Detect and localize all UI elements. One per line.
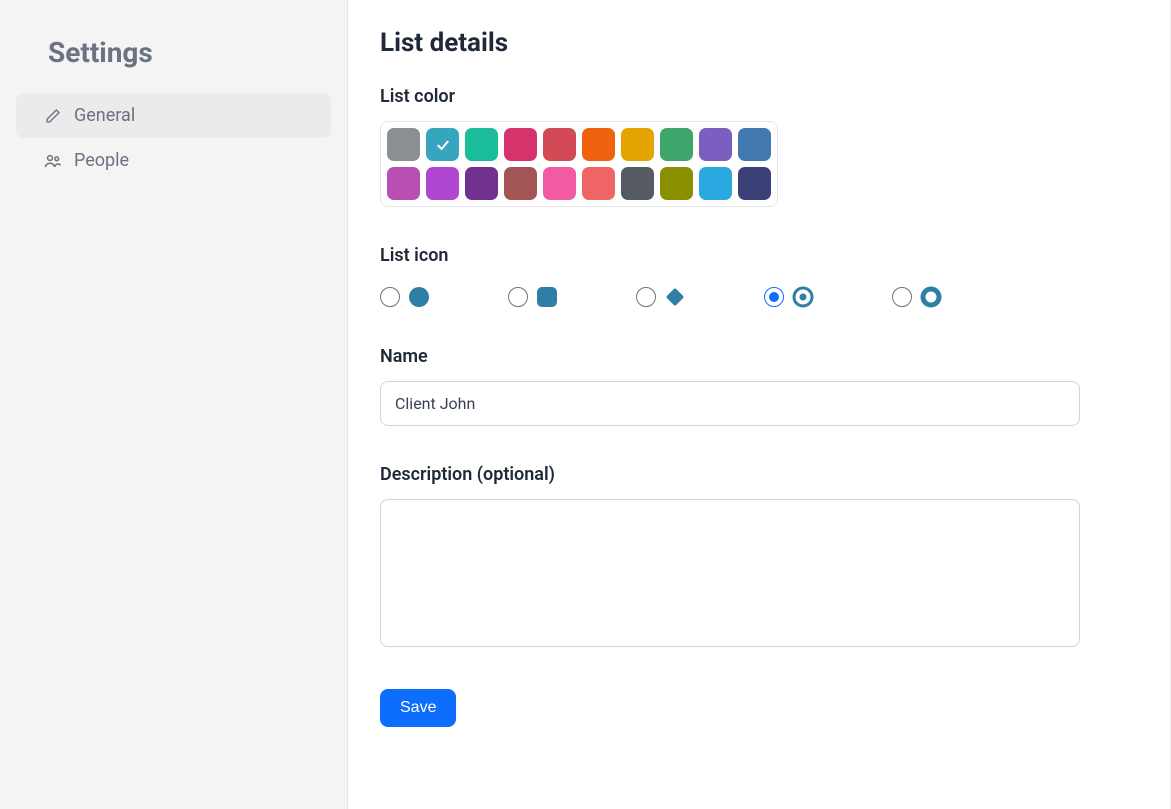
radio-button[interactable] bbox=[892, 287, 912, 307]
radio-button[interactable] bbox=[508, 287, 528, 307]
sidebar-item-label: General bbox=[74, 105, 135, 126]
color-swatch[interactable] bbox=[426, 167, 459, 200]
color-swatch[interactable] bbox=[738, 128, 771, 161]
color-swatch[interactable] bbox=[738, 167, 771, 200]
icon-option-square[interactable] bbox=[508, 286, 558, 308]
description-label: Description (optional) bbox=[380, 464, 1138, 485]
target-icon bbox=[792, 286, 814, 308]
sidebar: Settings General People bbox=[0, 0, 348, 809]
color-swatch[interactable] bbox=[621, 128, 654, 161]
sidebar-item-people[interactable]: People bbox=[16, 138, 331, 183]
color-swatch[interactable] bbox=[660, 128, 693, 161]
sidebar-item-label: People bbox=[74, 150, 129, 171]
color-swatch[interactable] bbox=[465, 167, 498, 200]
page-title: List details bbox=[380, 28, 1138, 58]
color-swatch[interactable] bbox=[543, 128, 576, 161]
pencil-icon bbox=[44, 107, 62, 125]
people-icon bbox=[44, 152, 62, 170]
color-swatch[interactable] bbox=[543, 167, 576, 200]
icon-option-circle[interactable] bbox=[380, 286, 430, 308]
sidebar-item-general[interactable]: General bbox=[16, 93, 331, 138]
icon-option-target[interactable] bbox=[764, 286, 814, 308]
color-swatch[interactable] bbox=[387, 167, 420, 200]
icon-option-diamond[interactable] bbox=[636, 286, 686, 308]
color-swatch[interactable] bbox=[465, 128, 498, 161]
color-palette bbox=[380, 121, 778, 207]
description-textarea[interactable] bbox=[380, 499, 1080, 647]
radio-button[interactable] bbox=[764, 287, 784, 307]
icon-options bbox=[380, 280, 1138, 308]
icon-option-ring[interactable] bbox=[892, 286, 942, 308]
color-swatch[interactable] bbox=[699, 128, 732, 161]
section-description: Description (optional) bbox=[380, 464, 1138, 651]
color-swatch[interactable] bbox=[660, 167, 693, 200]
color-swatch[interactable] bbox=[426, 128, 459, 161]
radio-button[interactable] bbox=[380, 287, 400, 307]
square-icon bbox=[536, 286, 558, 308]
color-swatch[interactable] bbox=[699, 167, 732, 200]
color-swatch[interactable] bbox=[387, 128, 420, 161]
sidebar-title: Settings bbox=[16, 32, 331, 93]
save-button[interactable]: Save bbox=[380, 689, 456, 727]
color-swatch[interactable] bbox=[582, 128, 615, 161]
ring-icon bbox=[920, 286, 942, 308]
list-icon-label: List icon bbox=[380, 245, 1138, 266]
color-swatch[interactable] bbox=[582, 167, 615, 200]
section-list-color: List color bbox=[380, 86, 1138, 207]
color-swatch[interactable] bbox=[504, 167, 537, 200]
color-swatch[interactable] bbox=[621, 167, 654, 200]
section-list-icon: List icon bbox=[380, 245, 1138, 308]
name-label: Name bbox=[380, 346, 1138, 367]
list-color-label: List color bbox=[380, 86, 1138, 107]
name-input[interactable] bbox=[380, 381, 1080, 426]
radio-button[interactable] bbox=[636, 287, 656, 307]
diamond-icon bbox=[664, 286, 686, 308]
circle-icon bbox=[408, 286, 430, 308]
section-name: Name bbox=[380, 346, 1138, 426]
color-swatch[interactable] bbox=[504, 128, 537, 161]
main-content: List details List color List icon Name D… bbox=[348, 0, 1170, 809]
